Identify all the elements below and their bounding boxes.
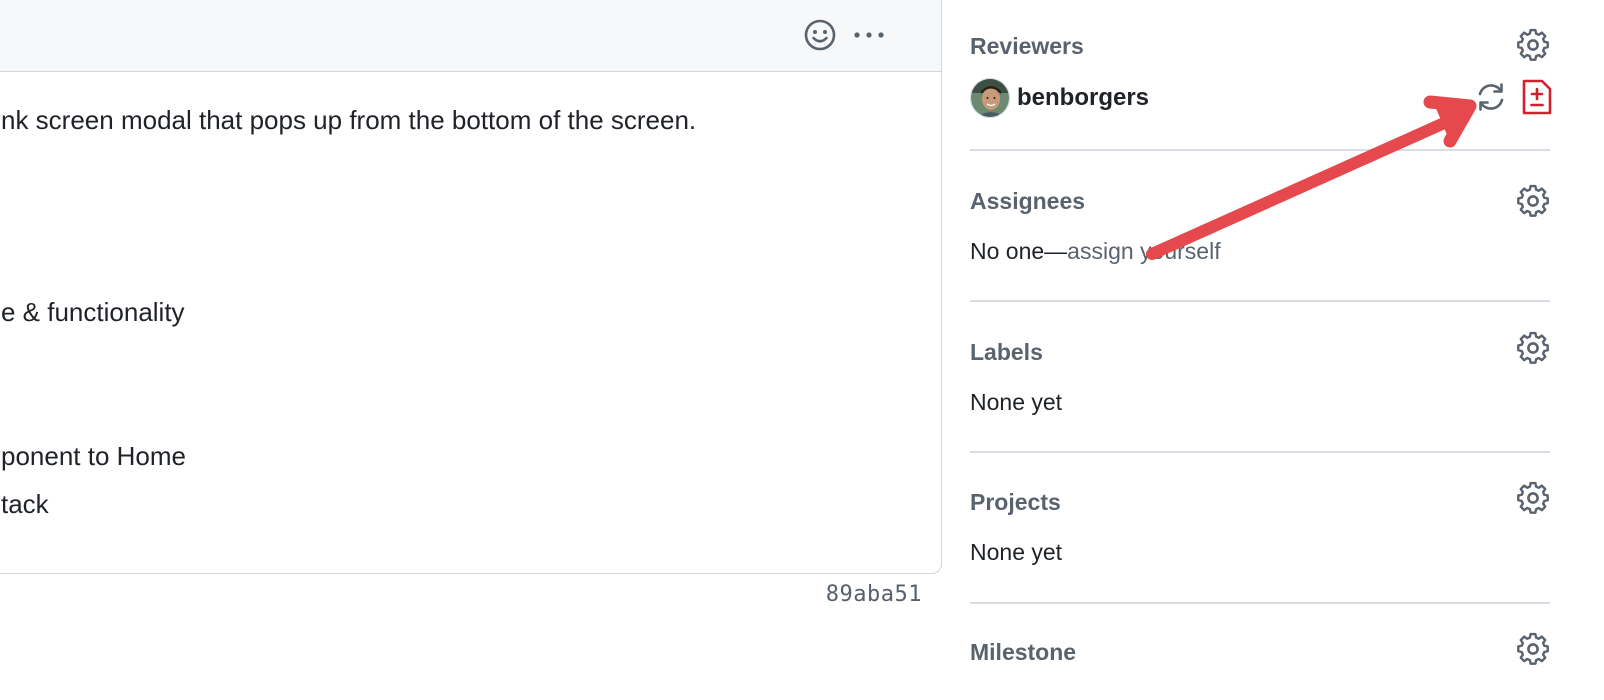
gear-icon[interactable]	[1516, 632, 1550, 666]
reviewer-name[interactable]: benborgers	[1017, 84, 1149, 112]
gear-icon[interactable]	[1516, 481, 1550, 515]
kebab-horizontal-icon[interactable]	[849, 18, 889, 52]
projects-title[interactable]: Projects	[970, 489, 1061, 516]
assignees-value: No one—assign yourself	[970, 238, 1221, 265]
milestone-title[interactable]: Milestone	[970, 639, 1076, 666]
gear-icon[interactable]	[1516, 184, 1550, 218]
labels-section: Labels None yet	[970, 301, 1550, 453]
assignees-empty-text: No one—	[970, 238, 1068, 264]
commit-sha-link[interactable]: 89aba51	[822, 582, 922, 607]
comment-body-line: e & functionality	[1, 297, 185, 327]
reviewers-section: Reviewers benborgers	[970, 0, 1552, 151]
labels-title[interactable]: Labels	[970, 339, 1043, 366]
gear-icon[interactable]	[1516, 28, 1550, 62]
avatar[interactable]	[970, 78, 1010, 118]
projects-value: None yet	[970, 539, 1063, 565]
page: nk screen modal that pops up from the bo…	[0, 0, 1604, 700]
labels-value: None yet	[970, 389, 1063, 415]
file-diff-icon[interactable]	[1520, 78, 1554, 116]
smiley-icon[interactable]	[803, 18, 837, 52]
comment-header	[0, 0, 941, 72]
assignees-title[interactable]: Assignees	[970, 188, 1085, 215]
projects-section: Projects None yet	[970, 452, 1550, 604]
sync-icon[interactable]	[1474, 80, 1508, 114]
comment-body-line: ponent to Home	[1, 441, 187, 471]
milestone-section: Milestone	[970, 603, 1550, 700]
comment-body-line: tack	[1, 489, 49, 519]
pull-request-sidebar: Reviewers benborgers Assignees No one—as…	[970, 0, 1552, 700]
comment-box: nk screen modal that pops up from the bo…	[0, 0, 942, 574]
gear-icon[interactable]	[1516, 331, 1550, 365]
reviewers-title[interactable]: Reviewers	[970, 33, 1084, 60]
assignees-section: Assignees No one—assign yourself	[970, 150, 1550, 302]
assign-yourself-link[interactable]: assign yourself	[1067, 238, 1220, 264]
comment-body-line: nk screen modal that pops up from the bo…	[1, 105, 697, 135]
